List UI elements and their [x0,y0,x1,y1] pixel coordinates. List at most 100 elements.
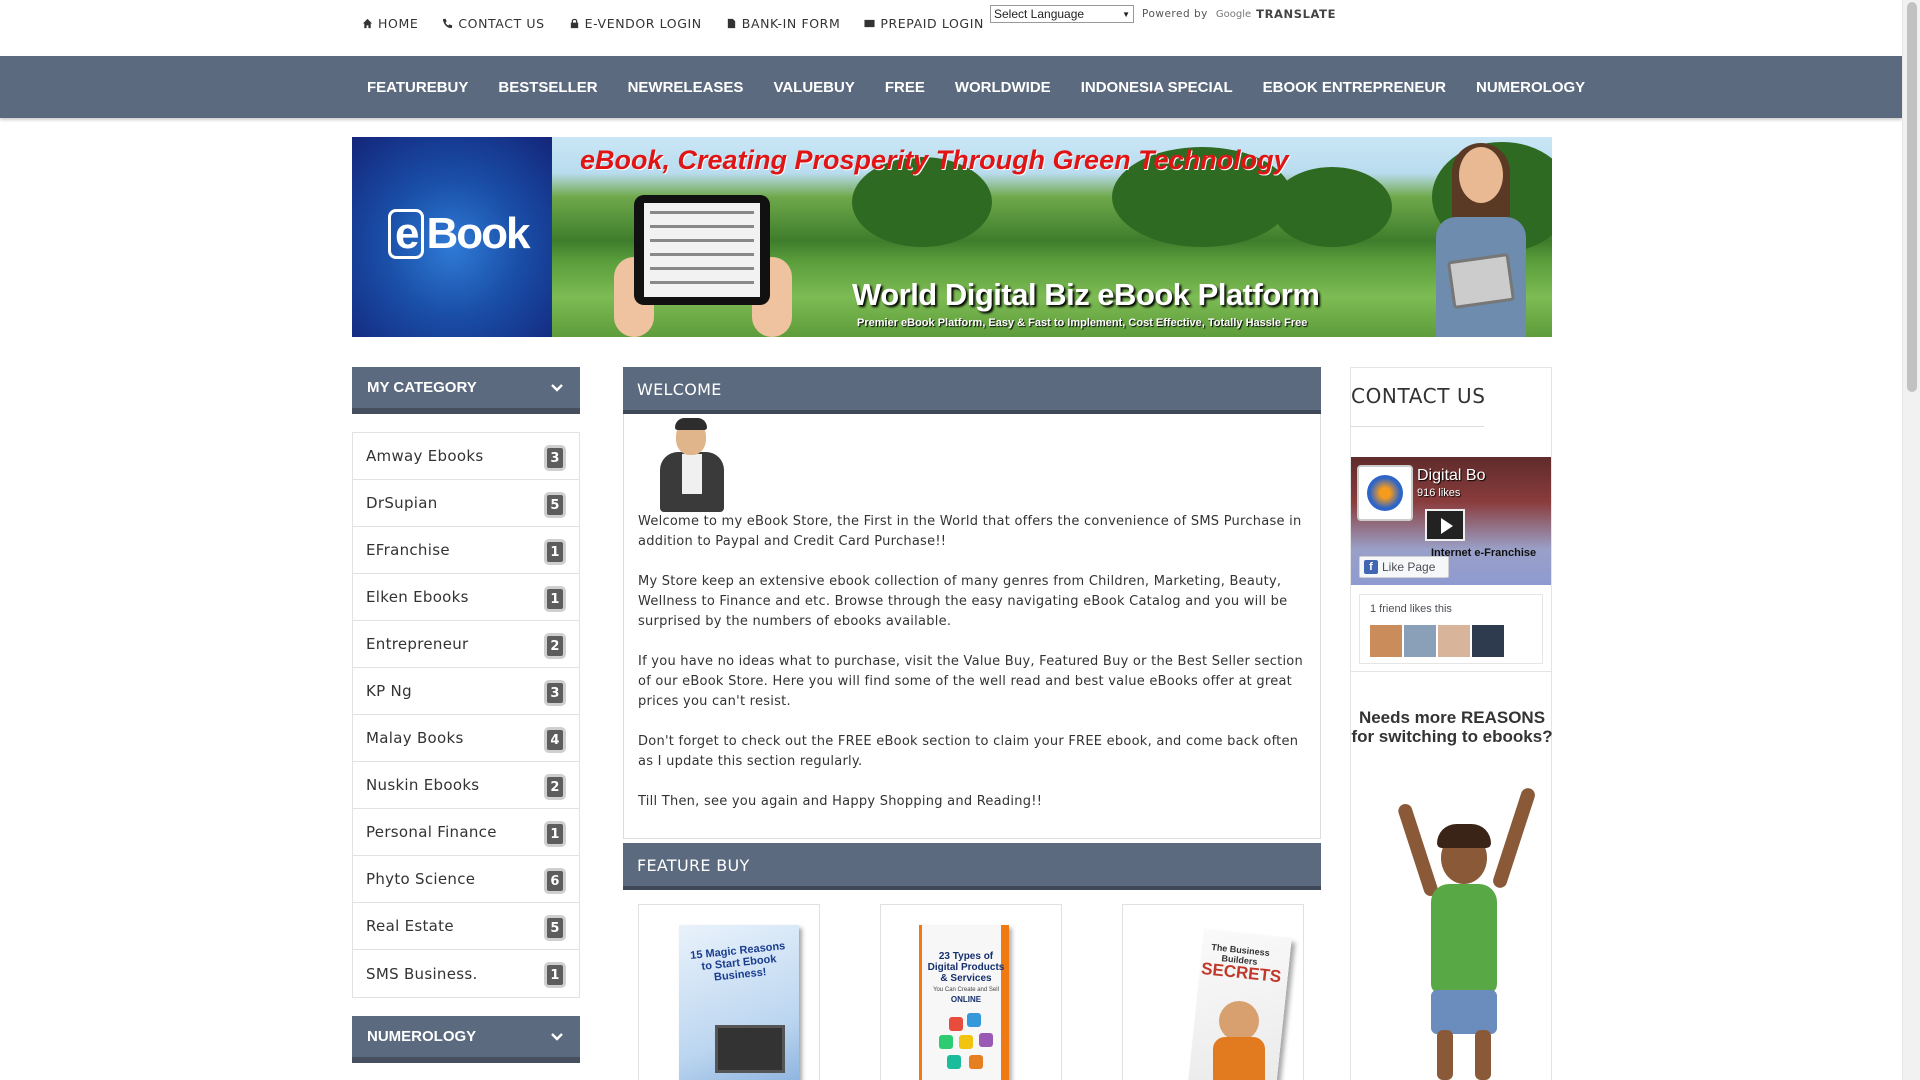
nav-numerology[interactable]: NUMEROLOGY [1461,79,1600,96]
category-name: Nuskin Ebooks [366,776,480,794]
category-item[interactable]: Nuskin Ebooks 2 [353,762,579,809]
top-link-evendor[interactable]: E-VENDOR LOGIN [569,16,702,31]
top-link-contact[interactable]: CONTACT US [442,16,544,31]
category-count-badge: 1 [544,539,566,565]
numerology-panel-header[interactable]: NUMEROLOGY [352,1016,580,1063]
feature-buy-header: FEATURE BUY [623,843,1321,890]
category-name: DrSupian [366,494,438,512]
nav-worldwide[interactable]: WORLDWIDE [940,79,1066,96]
phone-icon [443,18,453,29]
friend-avatar[interactable] [1370,625,1402,657]
book-cover-subtitle: You Can Create and Sell [933,987,999,993]
facebook-page-widget[interactable]: Digital Bo 916 likes Internet e-Franchis… [1351,457,1551,585]
category-count-badge: 1 [544,586,566,612]
facebook-page-likes: 916 likes [1417,487,1461,499]
ebook-logo-book: Book [426,209,530,258]
category-list: Amway Ebooks 3 DrSupian 5 EFranchise 1 Elke… [352,432,580,998]
category-count-badge: 1 [544,962,566,988]
facebook-page-name[interactable]: Digital Bo [1417,467,1485,485]
nav-newreleases[interactable]: NEWRELEASES [613,79,759,96]
category-panel-header[interactable]: MY CATEGORY [352,367,580,414]
numerology-panel-title: NUMEROLOGY [367,1028,477,1045]
category-count-badge: 5 [544,492,566,518]
page-scrollbar[interactable] [1902,0,1920,1080]
scrollbar-thumb[interactable] [1907,2,1917,392]
nav-bestseller[interactable]: BESTSELLER [483,79,612,96]
category-item[interactable]: Entrepreneur 2 [353,621,579,668]
ebook-reasons-ad[interactable]: Needs more REASONS for switching to eboo… [1350,672,1553,1080]
language-select-value: Select Language [994,7,1085,21]
jumping-boy-photo [1371,772,1541,1080]
category-item[interactable]: DrSupian 5 [353,480,579,527]
nav-valuebuy[interactable]: VALUEBUY [758,79,869,96]
category-item[interactable]: SMS Business. 1 [353,950,579,997]
category-item[interactable]: Phyto Science 6 [353,856,579,903]
ebook-logo-e: e [388,209,425,259]
category-count-badge: 5 [544,915,566,941]
category-name: Entrepreneur [366,635,469,653]
category-item[interactable]: Personal Finance 1 [353,809,579,856]
category-name: Elken Ebooks [366,588,469,606]
category-count-badge: 3 [544,680,566,706]
main-content: WELCOME Welcome to my eBook Store, the F… [623,367,1321,1080]
facebook-like-page-button[interactable]: f Like Page [1359,556,1449,578]
category-name: Real Estate [366,917,454,935]
top-link-home-label: HOME [378,16,419,31]
facebook-page-avatar[interactable] [1357,465,1413,521]
nav-indonesia-special[interactable]: INDONESIA SPECIAL [1066,79,1248,96]
nav-ebook-entrepreneur[interactable]: EBOOK ENTREPRENEUR [1248,79,1461,96]
category-item[interactable]: Elken Ebooks 1 [353,574,579,621]
category-count-badge: 2 [544,774,566,800]
language-select[interactable]: Select Language ▼ [990,5,1134,23]
welcome-paragraph: If you have no ideas what to purchase, v… [638,654,1303,709]
welcome-header: WELCOME [623,367,1321,414]
translate-label: TRANSLATE [1256,7,1337,21]
category-name: Personal Finance [366,823,497,841]
store-owner-photo [656,418,728,512]
category-count-badge: 6 [544,868,566,894]
chevron-down-icon [551,1033,563,1041]
feature-buy-products: 15 Magic Reasons to Start Ebook Business… [623,890,1321,1080]
product-card[interactable]: 15 Magic Reasons to Start Ebook Business… [638,904,820,1080]
category-item[interactable]: Amway Ebooks 3 [353,433,579,480]
top-link-contact-label: CONTACT US [458,16,545,31]
top-link-prepaid-label: PREPAID LOGIN [880,16,984,31]
ad-headline: Needs more REASONS for switching to eboo… [1351,708,1553,746]
product-card[interactable]: 23 Types of Digital Products & Services … [880,904,1062,1080]
category-item[interactable]: Real Estate 5 [353,903,579,950]
google-logo-text: Google [1215,8,1252,20]
category-item[interactable]: Malay Books 4 [353,715,579,762]
friend-avatar[interactable] [1472,625,1504,657]
friends-like-text: 1 friend likes this [1370,603,1452,615]
tablet-illustration [634,195,770,305]
category-name: SMS Business. [366,964,478,983]
category-panel-title: MY CATEGORY [367,379,477,396]
top-utility-bar: HOME CONTACT US E-VENDOR LOGIN BANK-IN F… [0,0,1902,56]
category-name: Phyto Science [366,870,476,888]
friend-avatar[interactable] [1404,625,1436,657]
category-name: EFranchise [366,541,450,559]
like-page-label: Like Page [1382,560,1436,574]
nav-featurebuy[interactable]: FEATUREBUY [352,79,483,96]
top-link-prepaid[interactable]: PREPAID LOGIN [864,16,984,31]
category-name: KP Ng [366,682,412,700]
product-card[interactable]: The Business Builders SECRETS [1122,904,1304,1080]
ad-headline-line-2: for switching to ebooks? [1351,727,1553,746]
powered-by-label: Powered by [1142,8,1208,20]
document-icon [727,18,735,29]
category-item[interactable]: KP Ng 3 [353,668,579,715]
play-video-icon[interactable] [1425,509,1465,541]
top-link-bankin[interactable]: BANK-IN FORM [726,16,841,31]
ebook-logo[interactable]: e Book [352,137,552,337]
category-item[interactable]: EFranchise 1 [353,527,579,574]
contact-us-title: CONTACT US [1351,384,1486,408]
category-count-badge: 4 [544,727,566,753]
top-links: HOME CONTACT US E-VENDOR LOGIN BANK-IN F… [362,16,984,31]
top-link-home[interactable]: HOME [362,16,418,31]
nav-free[interactable]: FREE [870,79,940,96]
welcome-panel: Welcome to my eBook Store, the First in … [623,414,1321,839]
friend-avatar[interactable] [1438,625,1470,657]
category-name: Malay Books [366,729,464,747]
google-translate-link[interactable]: Google TRANSLATE [1216,7,1336,21]
facebook-friends-box: 1 friend likes this [1359,594,1543,664]
